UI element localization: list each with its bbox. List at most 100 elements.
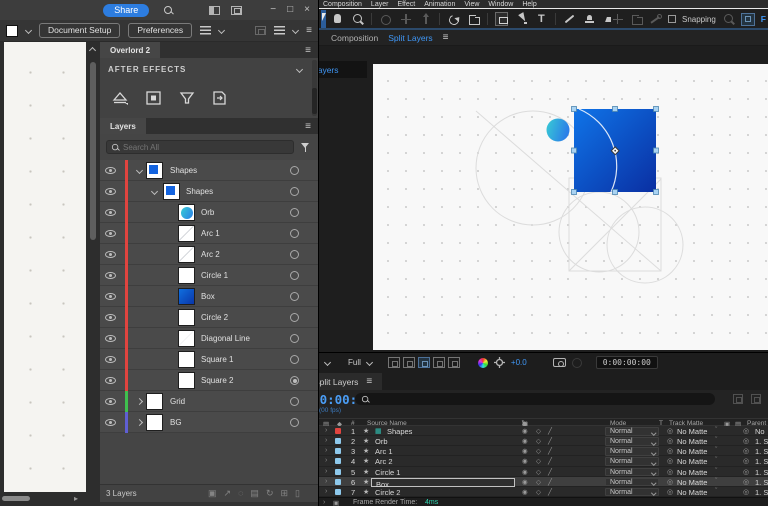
visibility-eye-icon[interactable]	[105, 251, 116, 258]
effects-switch-icon[interactable]: ╱	[548, 447, 552, 455]
parent-value[interactable]: 1. S	[755, 488, 768, 497]
blend-mode-dropdown[interactable]: Normal	[605, 468, 659, 477]
pan-behind-tool-icon[interactable]	[467, 12, 480, 26]
layer-row-shapes[interactable]: Shapes	[100, 181, 318, 202]
layer-label-swatch[interactable]	[335, 489, 341, 495]
effects-switch-icon[interactable]: ╱	[548, 437, 552, 445]
quality-switch-icon[interactable]: ◇	[536, 447, 541, 455]
layer-name[interactable]: Circle 1	[201, 271, 228, 280]
layers-to-ae-icon[interactable]	[108, 86, 134, 110]
footer-delete-icon[interactable]: ▯	[295, 488, 300, 499]
timeline-row-circle-2[interactable]: ›7★Circle 2◉◇╱Normal◎No Matteˇ◎1. S	[319, 487, 768, 497]
quality-switch-icon[interactable]: ◇	[536, 468, 541, 476]
target-circle-icon[interactable]	[290, 418, 299, 427]
visibility-eye-icon[interactable]	[105, 377, 116, 384]
track-matte-pickwhip-icon[interactable]: ◎	[667, 447, 673, 455]
scroll-right-icon[interactable]: ▸	[74, 495, 78, 503]
layer-thumbnail[interactable]	[178, 225, 195, 242]
target-circle-icon[interactable]	[290, 292, 299, 301]
visibility-eye-icon[interactable]	[105, 314, 116, 321]
menu-effect[interactable]: Effect	[397, 1, 415, 8]
timeline-row-shapes[interactable]: ›1★▦Shapes◉◇╱Normal◎No Matteˇ◎No	[319, 426, 768, 436]
vertical-scrollbar[interactable]	[90, 62, 96, 240]
target-circle-icon[interactable]	[290, 187, 299, 196]
maximize-button[interactable]: □	[287, 5, 293, 15]
target-circle-icon[interactable]	[290, 271, 299, 280]
exposure-value[interactable]: +0.0	[511, 358, 527, 367]
visibility-eye-icon[interactable]	[105, 167, 116, 174]
align-chevron-icon[interactable]	[292, 27, 299, 34]
shy-switch-icon[interactable]: ◉	[522, 468, 528, 476]
orbit-camera-tool-icon[interactable]	[379, 12, 392, 26]
resolution-dropdown[interactable]: Full	[348, 358, 361, 367]
effects-switch-icon[interactable]: ╱	[548, 478, 552, 486]
matte-chevron-icon[interactable]: ˇ	[715, 457, 717, 464]
search-input[interactable]	[106, 140, 294, 154]
layer-name[interactable]: Grid	[170, 397, 185, 406]
layer-row-square-2[interactable]: Square 2	[100, 370, 318, 391]
track-matte-pickwhip-icon[interactable]: ◎	[667, 427, 673, 435]
options-chevron-icon[interactable]	[218, 27, 225, 34]
transparency-grid-icon[interactable]	[418, 357, 430, 368]
target-circle-icon[interactable]	[290, 166, 299, 175]
row-expand-chevron-icon[interactable]: ›	[325, 437, 327, 444]
layer-name[interactable]: Square 1	[201, 355, 233, 364]
tab-layers[interactable]: Layers	[100, 118, 146, 134]
pan-camera-tool-icon[interactable]	[399, 12, 412, 26]
effects-switch-icon[interactable]: ╱	[548, 468, 552, 476]
layer-label-swatch[interactable]	[335, 438, 341, 444]
blend-mode-dropdown[interactable]: Normal	[605, 427, 659, 436]
track-matte-pickwhip-icon[interactable]: ◎	[667, 468, 673, 476]
quality-switch-icon[interactable]: ◇	[536, 488, 541, 496]
workspace-switcher-icon[interactable]	[231, 6, 242, 15]
swatch-chevron-icon[interactable]	[25, 27, 32, 34]
matte-chevron-icon[interactable]: ˇ	[715, 488, 717, 495]
row-expand-chevron-icon[interactable]: ›	[325, 468, 327, 475]
funnel-icon[interactable]	[174, 86, 200, 110]
layer-row-shapes[interactable]: Shapes	[100, 160, 318, 181]
comp-frame-icon[interactable]	[141, 86, 167, 110]
resolution-chevron-icon[interactable]	[366, 359, 373, 366]
parent-value[interactable]: 1. S	[755, 447, 768, 456]
timeline-row-box[interactable]: ›6★Box◉◇╱Normal◎No Matteˇ◎1. S	[319, 477, 768, 487]
viewer-timecode[interactable]: 0:00:00:00	[596, 356, 658, 369]
track-matte-dropdown[interactable]: No Matte	[677, 457, 707, 466]
visibility-eye-icon[interactable]	[105, 419, 116, 426]
parent-pickwhip-icon[interactable]: ◎	[743, 437, 749, 445]
quality-switch-icon[interactable]: ◇	[536, 427, 541, 435]
menu-help[interactable]: Help	[522, 1, 536, 8]
target-circle-icon[interactable]	[290, 376, 299, 385]
visibility-eye-icon[interactable]	[105, 188, 116, 195]
zoom-tool-icon[interactable]	[351, 12, 364, 26]
arrange-documents-icon[interactable]	[209, 6, 220, 15]
rotate-tool-icon[interactable]	[447, 12, 460, 26]
overlord-panel-menu-icon[interactable]: ≡	[305, 46, 311, 56]
blend-mode-dropdown[interactable]: Normal	[605, 437, 659, 446]
channel-wheel-icon[interactable]	[478, 358, 488, 368]
layer-source-name[interactable]: Arc 1	[375, 447, 393, 456]
layer-row-arc-2[interactable]: Arc 2	[100, 244, 318, 265]
layer-thumbnail[interactable]	[178, 267, 195, 284]
layer-row-square-1[interactable]: Square 1	[100, 349, 318, 370]
quality-switch-icon[interactable]: ◇	[536, 437, 541, 445]
mask-toggle-icon[interactable]	[433, 357, 445, 368]
menu-animation[interactable]: Animation	[424, 1, 455, 8]
track-matte-pickwhip-icon[interactable]: ◎	[667, 488, 673, 496]
preferences-button[interactable]: Preferences	[128, 23, 192, 38]
shy-switch-icon[interactable]: ◉	[522, 447, 528, 455]
snapshot-camera-icon[interactable]	[553, 358, 566, 367]
matte-chevron-icon[interactable]: ˇ	[715, 447, 717, 454]
graph-editor-icon[interactable]	[751, 394, 761, 404]
layer-row-arc-1[interactable]: Arc 1	[100, 223, 318, 244]
visibility-eye-icon[interactable]	[105, 209, 116, 216]
overlord-scrollbar[interactable]	[312, 60, 317, 116]
layer-name[interactable]: BG	[170, 418, 182, 427]
parent-value[interactable]: No	[755, 427, 765, 436]
align-panel-icon[interactable]	[274, 26, 285, 35]
blend-mode-dropdown[interactable]: Normal	[605, 488, 659, 497]
expand-chevron-icon[interactable]	[151, 188, 158, 195]
layer-name[interactable]: Orb	[201, 208, 214, 217]
composition-mini-flowchart-icon[interactable]	[733, 394, 743, 404]
blend-mode-dropdown[interactable]: Normal	[605, 478, 659, 487]
tab-composition-label[interactable]: Composition	[331, 33, 378, 43]
